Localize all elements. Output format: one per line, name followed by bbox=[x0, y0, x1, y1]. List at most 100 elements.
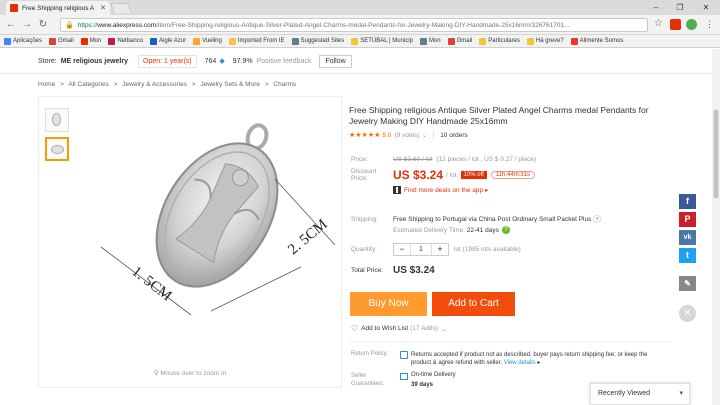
pinterest-share-icon[interactable]: P bbox=[679, 212, 696, 227]
discount-label-line1: Discount bbox=[351, 168, 377, 175]
chevron-down-icon[interactable]: ▾ bbox=[593, 215, 602, 223]
qty-increase-button[interactable]: + bbox=[432, 244, 448, 255]
shipping-label: Shipping: bbox=[351, 215, 379, 223]
bookmark-item[interactable]: Vueling bbox=[193, 37, 222, 45]
twitter-share-icon[interactable]: t bbox=[679, 248, 696, 263]
bookmark-item[interactable]: SETÚBAL | Municip bbox=[351, 37, 413, 45]
bookmark-item[interactable]: Imported From IE bbox=[228, 37, 285, 45]
extension-icon[interactable] bbox=[686, 19, 697, 30]
aliexpress-favicon-icon bbox=[10, 4, 18, 12]
zoom-hint: ⚲ Mouse over to zoom in bbox=[39, 369, 341, 377]
url-host: www.aliexpress.com bbox=[97, 21, 157, 29]
breadcrumb-jewelry[interactable]: Jewelry & Accessories bbox=[122, 81, 187, 88]
address-bar[interactable]: 🔒 https:// www.aliexpress.com /item/Free… bbox=[60, 18, 648, 32]
thumbnail-2[interactable] bbox=[45, 137, 69, 161]
url-scheme: https:// bbox=[77, 21, 98, 29]
vk-share-icon[interactable]: vk bbox=[679, 230, 696, 245]
facebook-share-icon[interactable]: f bbox=[679, 194, 696, 209]
bookmark-icon bbox=[49, 37, 57, 45]
breadcrumb-all-categories[interactable]: All Categories bbox=[68, 81, 108, 88]
chevron-down-icon: ▾ bbox=[679, 390, 683, 397]
breadcrumb-home[interactable]: Home bbox=[38, 81, 55, 88]
thumbnail-1[interactable] bbox=[45, 108, 69, 132]
store-open-badge: Open: 1 year(s) bbox=[138, 54, 197, 68]
bookmark-item[interactable]: Suggested Sites bbox=[291, 37, 345, 45]
browser-tab-bar: Free Shipping religious A ✕ – ❐ ✕ bbox=[0, 0, 720, 15]
recently-viewed-panel[interactable]: Recently Viewed ▾ bbox=[590, 383, 690, 405]
vertical-scrollbar[interactable] bbox=[712, 49, 720, 405]
scrollbar-thumb[interactable] bbox=[713, 109, 719, 199]
bookmark-item[interactable]: Há greve? bbox=[526, 37, 564, 45]
return-shield-icon bbox=[400, 351, 408, 359]
bookmark-item[interactable]: Gmail bbox=[49, 37, 74, 45]
edit-icon[interactable]: ✎ bbox=[679, 276, 696, 291]
store-name-link[interactable]: ME religious jewelry bbox=[61, 58, 128, 65]
product-info: Free Shipping religious Antique Silver P… bbox=[349, 105, 664, 139]
rating-score: 5.0 bbox=[382, 131, 392, 139]
bookmark-label: Gmail bbox=[58, 38, 74, 44]
bookmark-icon bbox=[351, 37, 359, 45]
per-lot: / lot bbox=[446, 171, 457, 179]
store-score: 764 bbox=[204, 57, 217, 65]
product-main-image[interactable]: 2. 5CM 1. 5CM bbox=[79, 97, 341, 359]
add-to-wishlist-link[interactable]: Add to Wish List bbox=[361, 325, 408, 332]
store-label: Store: bbox=[38, 57, 57, 65]
pieces-note: (12 pieces / lot , US $ 0.27 / piece) bbox=[436, 156, 537, 163]
chevron-down-icon[interactable]: ⌄ bbox=[440, 325, 447, 333]
add-to-cart-button[interactable]: Add to Cart bbox=[432, 292, 515, 316]
app-deals-link[interactable]: Find more deals on the app bbox=[404, 187, 483, 194]
bookmark-item[interactable]: Mon bbox=[419, 37, 441, 45]
wishlist-adds: (17 Adds) bbox=[410, 325, 438, 332]
breadcrumb-charms[interactable]: Charms bbox=[273, 81, 296, 88]
bookmark-item[interactable]: Aplicações bbox=[4, 37, 42, 45]
view-details-link[interactable]: View details bbox=[504, 360, 536, 366]
back-icon[interactable]: ← bbox=[4, 18, 18, 32]
bookmarks-bar: Aplicações Gmail Mon Netbanco Aigle Azur Vuel… bbox=[0, 35, 720, 48]
chevron-down-icon[interactable]: ⌄ bbox=[422, 131, 427, 139]
minimize-icon[interactable]: – bbox=[644, 0, 668, 15]
quantity-input[interactable]: 1 bbox=[410, 244, 432, 255]
reload-icon[interactable]: ↻ bbox=[36, 18, 50, 32]
quantity-row: Quantity: − 1 + lot (1985 lots available… bbox=[351, 243, 521, 256]
shipping-method[interactable]: Free Shipping to Portugal via China Post… bbox=[393, 216, 591, 223]
quantity-stepper: − 1 + bbox=[393, 243, 449, 256]
original-price: US $3.60 / lot bbox=[393, 156, 433, 163]
bookmark-icon bbox=[80, 37, 88, 45]
bookmark-label: Alimente Somos bbox=[579, 38, 624, 44]
total-price: US $3.24 bbox=[393, 265, 435, 276]
forward-icon[interactable]: → bbox=[20, 18, 34, 32]
bookmark-item[interactable]: Particulares bbox=[479, 37, 520, 45]
bookmark-label: Mon bbox=[428, 38, 441, 44]
close-share-icon[interactable]: ✕ bbox=[679, 305, 696, 322]
browser-tab[interactable]: Free Shipping religious A ✕ bbox=[6, 1, 110, 15]
buy-now-button[interactable]: Buy Now bbox=[350, 292, 427, 316]
close-window-icon[interactable]: ✕ bbox=[694, 0, 718, 15]
app-deals-row[interactable]: Find more deals on the app ▸ bbox=[393, 186, 488, 194]
tab-close-icon[interactable]: ✕ bbox=[100, 4, 106, 12]
bookmark-icon bbox=[193, 37, 201, 45]
extension-icon[interactable] bbox=[670, 19, 681, 30]
bookmark-label: SETÚBAL | Municip bbox=[360, 38, 413, 44]
bookmark-item[interactable]: Mon bbox=[80, 37, 101, 45]
breadcrumb-jewelry-sets[interactable]: Jewelry Sets & More bbox=[200, 81, 260, 88]
bookmark-item[interactable]: Gmail bbox=[447, 37, 472, 45]
divider bbox=[349, 341, 671, 342]
bookmark-item[interactable]: Aigle Azur bbox=[150, 37, 186, 45]
bookmark-label: Suggested Sites bbox=[300, 38, 345, 44]
wishlist-row[interactable]: ♡ Add to Wish List (17 Adds) ⌄ bbox=[351, 324, 447, 333]
discount-price: US $3.24 bbox=[393, 168, 444, 182]
menu-dots-icon[interactable]: ⋮ bbox=[704, 19, 715, 30]
qty-decrease-button[interactable]: − bbox=[394, 244, 410, 255]
new-tab-button[interactable] bbox=[110, 3, 132, 13]
heart-icon: ♡ bbox=[351, 324, 359, 333]
help-icon[interactable]: ? bbox=[501, 226, 510, 234]
bookmark-item[interactable]: Alimente Somos bbox=[570, 37, 624, 45]
follow-button[interactable]: Follow bbox=[319, 54, 352, 68]
bookmark-item[interactable]: Netbanco bbox=[108, 37, 143, 45]
lots-available: lot (1985 lots available) bbox=[454, 246, 521, 253]
maximize-icon[interactable]: ❐ bbox=[668, 0, 692, 15]
bookmark-star-icon[interactable]: ☆ bbox=[654, 18, 663, 29]
breadcrumb-separator: > bbox=[60, 81, 64, 88]
breadcrumb-separator: > bbox=[264, 81, 269, 88]
rating-votes-link[interactable]: (9 votes) bbox=[394, 132, 419, 139]
